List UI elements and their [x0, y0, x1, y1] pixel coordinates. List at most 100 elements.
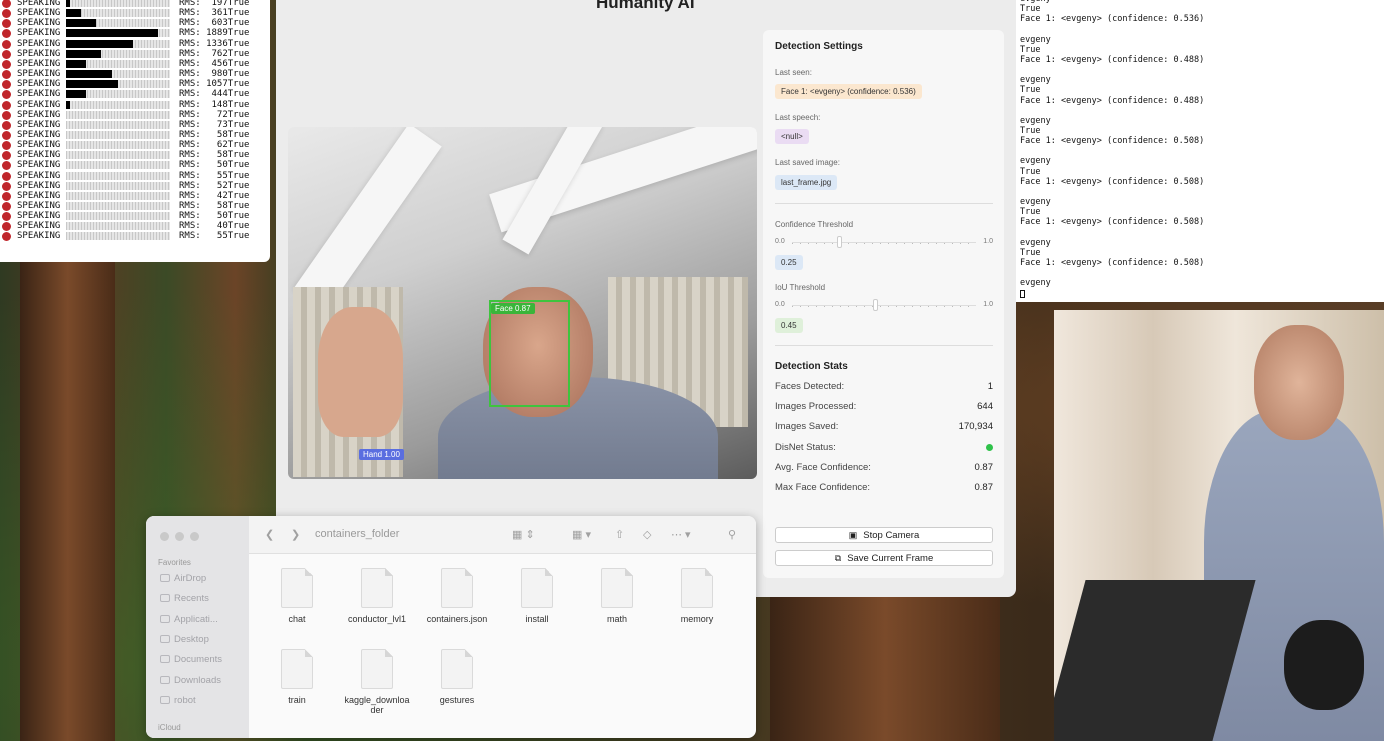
row-status: SPEAKING — [17, 58, 61, 69]
recording-dot-icon — [2, 70, 11, 80]
stop-camera-button[interactable]: ▣ Stop Camera — [775, 527, 993, 543]
favorites-heading: Favorites — [158, 558, 191, 567]
sidebar-item-documents[interactable]: Documents — [160, 654, 222, 665]
file-item[interactable]: gestures — [422, 649, 492, 705]
sidebar-item-recents[interactable]: Recents — [160, 593, 209, 604]
recording-dot-icon — [2, 222, 11, 232]
hand-detection-label: Hand 1.00 — [359, 449, 404, 460]
rms-value: RMS: 62True — [179, 140, 250, 151]
slider-knob[interactable] — [873, 299, 878, 311]
file-item[interactable]: kaggle_downloader — [342, 649, 412, 715]
level-fill — [66, 29, 158, 38]
save-current-frame-button[interactable]: ⧉ Save Current Frame — [775, 550, 993, 566]
stat-value: 0.87 — [974, 482, 994, 493]
rms-value: RMS: 603True — [179, 18, 250, 29]
level-meter — [66, 19, 170, 28]
more-icon[interactable]: ⋯ ▾ — [671, 528, 691, 541]
file-item[interactable]: math — [582, 568, 652, 624]
sidebar-item-label: Applicati... — [174, 614, 218, 625]
audio-level-row: SPEAKING RMS: 456True — [0, 59, 270, 69]
grid-view-icon[interactable]: ▦ ⇕ — [512, 528, 535, 541]
share-icon[interactable]: ⇧ — [615, 528, 624, 541]
file-name: chat — [288, 614, 306, 624]
confidence-threshold-slider[interactable]: 0.0 1.0 — [775, 236, 993, 248]
log-line: Face 1: <evgeny> (confidence: 0.508) — [1020, 217, 1205, 228]
iou-threshold-slider[interactable]: 0.0 1.0 — [775, 299, 993, 311]
row-status: SPEAKING — [17, 38, 61, 49]
rms-value: RMS: 1057True — [179, 79, 250, 90]
sidebar-item-downloads[interactable]: Downloads — [160, 675, 221, 686]
face-detection-label: Face 0.87 — [491, 303, 535, 314]
level-fill — [66, 80, 118, 89]
detection-app-window: Humanity AI Face 0.87 Hand 1.00 Detectio… — [276, 0, 1016, 597]
audio-level-row: SPEAKING RMS: 444True — [0, 89, 270, 100]
rms-value: RMS: 50True — [179, 160, 250, 171]
sidebar-item-applications[interactable]: Applicati... — [160, 614, 218, 625]
finder-toolbar: ❮ ❯ containers_folder ▦ ⇕ ▦ ▾ ⇧ ◇ ⋯ ▾ ⚲ — [249, 516, 756, 554]
file-item[interactable]: train — [262, 649, 332, 705]
row-status: SPEAKING — [17, 221, 61, 232]
status-indicator-icon — [986, 444, 993, 451]
document-icon — [160, 655, 170, 663]
level-fill — [66, 100, 71, 109]
stat-label: Faces Detected: — [775, 381, 845, 392]
file-item[interactable]: containers.json — [422, 568, 492, 624]
file-icon — [361, 568, 393, 608]
audio-level-terminal[interactable]: SPEAKING RMS: 197True SPEAKING RMS: 361True… — [0, 0, 270, 262]
row-status: SPEAKING — [17, 48, 61, 59]
copy-icon: ⧉ — [834, 553, 842, 563]
level-meter — [66, 90, 170, 99]
log-line: Face 1: <evgeny> (confidence: 0.488) — [1020, 95, 1205, 106]
slider-knob[interactable] — [837, 236, 842, 248]
log-line: Face 1: <evgeny> (confidence: 0.508) — [1020, 136, 1205, 147]
sidebar-item-robot[interactable]: robot — [160, 695, 196, 706]
stats-heading: Detection Stats — [775, 361, 848, 372]
audio-level-row: SPEAKING RMS: 1889True — [0, 28, 270, 39]
recording-dot-icon — [2, 0, 11, 8]
rms-value: RMS: 1889True — [179, 28, 250, 39]
slider-max: 1.0 — [983, 301, 993, 308]
recording-dot-icon — [2, 29, 11, 39]
group-icon[interactable]: ▦ ▾ — [572, 528, 591, 541]
download-icon — [160, 676, 170, 684]
recognition-log-terminal[interactable]: evgenyTrueFace 1: <evgeny> (confidence: … — [1016, 0, 1384, 302]
stat-label: Images Saved: — [775, 421, 839, 432]
log-line: Face 1: <evgeny> (confidence: 0.536) — [1020, 14, 1205, 25]
recording-dot-icon — [2, 191, 11, 201]
search-icon[interactable]: ⚲ — [728, 528, 736, 541]
file-name: containers.json — [426, 614, 488, 624]
back-arrow-icon[interactable]: ❮ — [265, 528, 274, 541]
log-line: True — [1020, 44, 1041, 55]
minimize-window-button[interactable] — [175, 532, 184, 541]
recording-dot-icon — [2, 202, 11, 211]
file-item[interactable]: chat — [262, 568, 332, 624]
recording-dot-icon — [2, 80, 11, 90]
rms-value: RMS: 58True — [179, 129, 250, 140]
file-name: install — [525, 614, 549, 624]
stat-value: 170,934 — [958, 421, 993, 432]
stat-label: Avg. Face Confidence: — [775, 462, 871, 473]
sidebar-item-desktop[interactable]: Desktop — [160, 634, 209, 645]
tag-icon[interactable]: ◇ — [643, 528, 651, 541]
sidebar-item-airdrop[interactable]: AirDrop — [160, 573, 206, 584]
audio-level-row: SPEAKING RMS: 762True — [0, 49, 270, 59]
file-item[interactable]: conductor_lvl1 — [342, 568, 412, 624]
file-item[interactable]: memory — [662, 568, 732, 624]
audio-level-row: SPEAKING RMS: 72True — [0, 110, 270, 120]
file-item[interactable]: install — [502, 568, 572, 624]
file-icon — [361, 649, 393, 689]
level-meter — [66, 212, 170, 221]
last-seen-value: Face 1: <evgeny> (confidence: 0.536) — [775, 84, 922, 99]
audio-level-row: SPEAKING RMS: 55True — [0, 231, 270, 242]
forward-arrow-icon[interactable]: ❯ — [291, 528, 300, 541]
log-line: Face 1: <evgeny> (confidence: 0.508) — [1020, 257, 1205, 268]
file-name: train — [288, 695, 306, 705]
detection-settings-panel: Detection Settings Last seen: Face 1: <e… — [763, 30, 1004, 578]
camera-preview: Face 0.87 Hand 1.00 — [288, 127, 757, 479]
last-seen-label: Last seen: — [775, 68, 812, 77]
zoom-window-button[interactable] — [190, 532, 199, 541]
file-name: memory — [680, 614, 714, 624]
close-window-button[interactable] — [160, 532, 169, 541]
level-meter — [66, 9, 170, 18]
level-fill — [66, 39, 133, 48]
